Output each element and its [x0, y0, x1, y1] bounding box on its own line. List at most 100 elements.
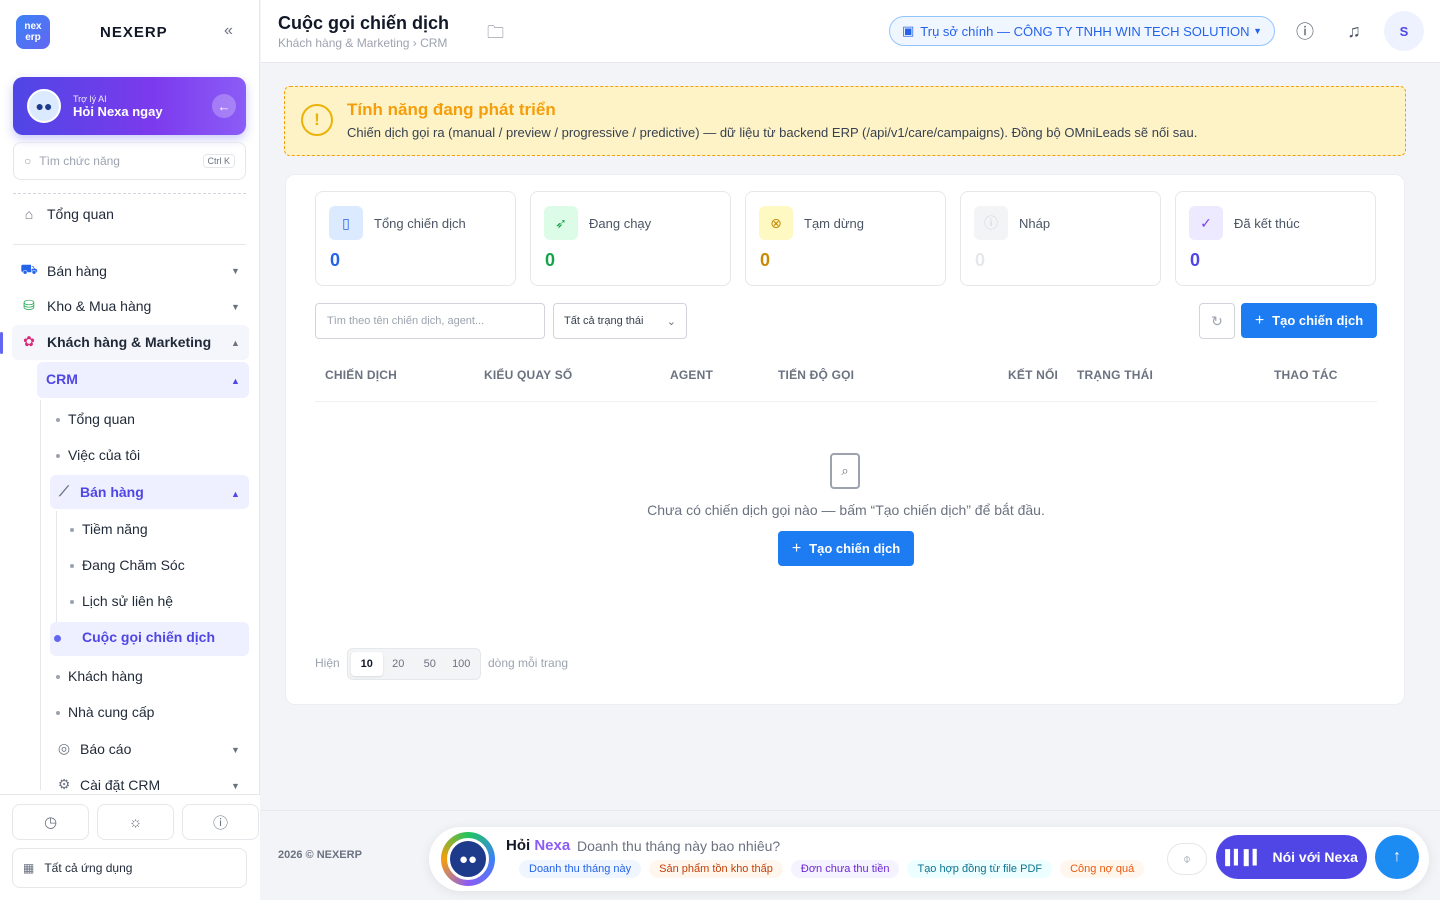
status-filter-select[interactable]: Tất cả trạng thái ⌄ — [553, 303, 687, 339]
help-icon[interactable]: ⓘ — [1292, 18, 1318, 44]
chevron-up-icon[interactable]: ▲ — [231, 376, 240, 386]
sidebar-item-crm-sales[interactable]: ⟋ Bán hàng — [56, 483, 144, 500]
nexa-avatar[interactable]: ●● — [441, 832, 495, 886]
sidebar-item-reports[interactable]: ◎ Báo cáo — [56, 740, 131, 757]
breadcrumb[interactable]: Khách hàng & Marketing › CRM — [278, 36, 447, 50]
shortcut-badge: Ctrl K — [202, 154, 235, 168]
sidebar-item-suppliers[interactable]: Nhà cung cấp — [68, 704, 154, 720]
sidebar-item-crm-overview[interactable]: Tổng quan — [68, 411, 135, 427]
paperclip-icon[interactable]: ⌽ — [1167, 843, 1207, 875]
page-size-20[interactable]: 20 — [383, 652, 415, 676]
plus-icon: + — [1254, 311, 1265, 329]
ai-assistant-button[interactable]: ●● Trợ lý AI Hỏi Nexa ngay ← — [13, 77, 246, 135]
suggestion-chip[interactable]: Đơn chưa thu tiền — [790, 860, 900, 878]
history-button[interactable]: ◷ — [12, 804, 89, 840]
sidebar-item-crm[interactable]: CRM — [46, 371, 78, 387]
suggestion-chip[interactable]: Công nợ quá — [1060, 860, 1145, 878]
chevron-up-icon[interactable]: ▲ — [231, 338, 240, 348]
sidebar-item-label: Cuộc gọi chiến dịch — [82, 629, 216, 645]
chevron-down-icon[interactable]: ▼ — [231, 781, 240, 791]
bullet — [70, 528, 74, 532]
sidebar-item-warehouse[interactable]: ⛁ Kho & Mua hàng — [20, 297, 151, 314]
column-header-actions[interactable]: Thao tác — [1274, 368, 1338, 382]
sidebar-item-contact-history[interactable]: Lịch sử liên hệ — [82, 593, 173, 609]
page-size-10[interactable]: 10 — [351, 652, 383, 676]
sidebar-item-leads[interactable]: Tiềm năng — [82, 521, 148, 537]
folder-icon[interactable]: 🗀 — [487, 20, 504, 49]
header: Cuộc gọi chiến dịch Khách hàng & Marketi… — [261, 0, 1440, 63]
sidebar-item-sales[interactable]: ⛟ Bán hàng — [20, 261, 107, 280]
suggestion-chip[interactable]: Sản phẩm tồn kho thấp — [649, 860, 783, 878]
all-apps-button[interactable]: ▦ Tất cả ứng dụng — [12, 848, 247, 888]
nexa-question-input[interactable]: Doanh thu tháng này bao nhiêu? — [577, 838, 780, 854]
bullet — [56, 675, 60, 679]
bag-icon: ⛁ — [23, 297, 35, 313]
chevron-down-icon[interactable]: ▼ — [231, 302, 240, 312]
double-chevron-left-icon[interactable]: « — [224, 22, 233, 40]
tree-line — [40, 400, 41, 790]
column-header-progress[interactable]: Tiến độ gọi — [778, 368, 854, 382]
sidebar-item-crm-marketing[interactable]: ✿ Khách hàng & Marketing — [20, 333, 211, 350]
stat-finished: ✓ Đã kết thúc 0 — [1175, 191, 1376, 286]
table-header-divider — [315, 401, 1377, 402]
stat-label: Đã kết thúc — [1234, 216, 1300, 231]
bell-icon[interactable]: ♫ — [1341, 18, 1367, 44]
sidebar-item-label: Khách hàng — [68, 668, 143, 684]
campaign-search-input[interactable] — [315, 303, 545, 339]
warning-icon: ! — [301, 104, 333, 136]
create-campaign-button[interactable]: + Tạo chiến dịch — [1241, 303, 1377, 338]
arrow-left-icon: ← — [212, 94, 236, 118]
sidebar-item-call-campaigns[interactable]: Cuộc gọi chiến dịch — [82, 629, 215, 645]
page-size-100[interactable]: 100 — [446, 652, 478, 676]
bullet — [70, 600, 74, 604]
page-size-50[interactable]: 50 — [414, 652, 446, 676]
branch-selector[interactable]: ▣ Trụ sở chính — CÔNG TY TNHH WIN TECH S… — [889, 16, 1275, 46]
nexa-title-name: Nexa — [534, 837, 571, 854]
robot-icon: ●● — [27, 89, 61, 123]
pagination-suffix-label: dòng mỗi trang — [488, 656, 569, 670]
cart-icon: ⛟ — [20, 261, 38, 277]
column-header-connection[interactable]: Kết nối — [1008, 368, 1058, 382]
refresh-button[interactable]: ↻ — [1199, 303, 1235, 339]
chevron-down-icon[interactable]: ▼ — [231, 266, 240, 276]
stat-value: 0 — [330, 250, 341, 270]
logo[interactable]: nex erp — [16, 15, 50, 49]
theme-button[interactable]: ☼ — [97, 804, 174, 840]
send-button[interactable]: ↑ — [1375, 835, 1419, 879]
sidebar-search-input[interactable]: ○ Tìm chức năng Ctrl K — [13, 142, 246, 180]
report-icon: ◎ — [57, 740, 71, 756]
ai-subtitle: Trợ lý AI — [73, 93, 107, 104]
clock-icon: ◷ — [43, 814, 58, 831]
chevron-up-icon[interactable]: ▲ — [231, 489, 240, 499]
sun-icon: ☼ — [128, 813, 143, 831]
column-header-status[interactable]: Trạng thái — [1077, 368, 1153, 382]
sidebar-item-label: Việc của tôi — [68, 447, 141, 463]
talk-to-nexa-button[interactable]: ▌▍▌▍ Nói với Nexa — [1216, 835, 1367, 879]
sidebar-item-crm-settings[interactable]: ⚙ Cài đặt CRM — [56, 776, 160, 793]
branch-label: Trụ sở chính — CÔNG TY TNHH WIN TECH SOL… — [920, 23, 1250, 39]
chevron-down-icon[interactable]: ▼ — [231, 745, 240, 755]
sidebar-item-overview[interactable]: ⌂ Tổng quan — [20, 206, 114, 222]
sidebar-item-label: Đang Chăm Sóc — [82, 557, 185, 573]
sidebar-item-label: Bán hàng — [47, 262, 107, 279]
file-search-icon: ⌕ — [830, 453, 860, 489]
bullet — [56, 418, 60, 422]
empty-create-campaign-button[interactable]: + Tạo chiến dịch — [778, 531, 914, 566]
sidebar-item-my-tasks[interactable]: Việc của tôi — [68, 447, 140, 463]
brand-name: NEXERP — [100, 23, 168, 41]
search-icon: ○ — [24, 154, 32, 168]
voice-wave-icon: ▌▍▌▍ — [1225, 848, 1263, 865]
bullet — [56, 454, 60, 458]
sidebar-item-caring[interactable]: Đang Chăm Sóc — [82, 557, 185, 573]
alert-button[interactable]: ⓘ — [182, 804, 259, 840]
sidebar-search-placeholder: Tìm chức năng — [39, 154, 120, 168]
column-header-campaign[interactable]: Chiến dịch — [325, 368, 397, 382]
campaign-card: ▯ Tổng chiến dịch 0 ➶ Đang chạy 0 ⊗ Tạm … — [285, 174, 1405, 705]
nexa-title-prefix: Hỏi — [506, 837, 531, 854]
suggestion-chip[interactable]: Tạo hợp đồng từ file PDF — [907, 860, 1053, 878]
avatar[interactable]: S — [1384, 11, 1424, 51]
column-header-dial-type[interactable]: Kiểu quay số — [484, 368, 572, 382]
column-header-agent[interactable]: Agent — [670, 368, 713, 382]
suggestion-chip[interactable]: Doanh thu tháng này — [519, 860, 642, 878]
sidebar-item-customers[interactable]: Khách hàng — [68, 668, 143, 684]
